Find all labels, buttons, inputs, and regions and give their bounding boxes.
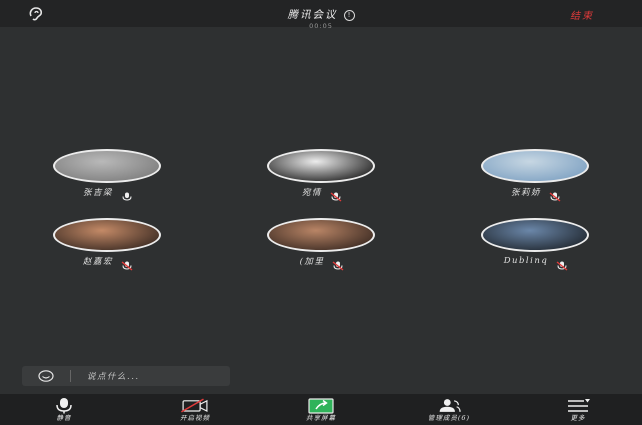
share-screen-icon xyxy=(308,398,334,414)
bottom-toolbar: 静音 开启视频 共享屏幕 管理成员(6) 更多 xyxy=(0,394,642,425)
participant-tile[interactable]: (加里 xyxy=(267,218,377,278)
mute-button[interactable]: 静音 xyxy=(19,394,109,425)
video-off-icon xyxy=(181,398,208,413)
more-label: 更多 xyxy=(570,414,586,422)
top-bar: 腾讯会议! 00:05 结束 xyxy=(0,0,642,30)
members-icon xyxy=(439,399,461,412)
participant-name: 张莉娇 xyxy=(510,188,541,198)
meeting-timer: 00:05 xyxy=(309,22,333,30)
microphone-icon xyxy=(56,398,72,414)
start-video-button[interactable]: 开启视频 xyxy=(150,394,240,425)
participant-name: 宛情 xyxy=(301,188,322,198)
mic-muted-icon xyxy=(332,256,344,271)
participant-name: 张吉梁 xyxy=(82,188,113,198)
emoji-icon[interactable] xyxy=(38,370,54,382)
mic-on-icon xyxy=(121,187,133,201)
participant-tile[interactable]: 宛情 xyxy=(267,149,377,209)
avatar xyxy=(267,218,375,252)
meeting-title: 腾讯会议 xyxy=(287,9,338,21)
chat-placeholder: 说点什么... xyxy=(87,372,140,382)
avatar xyxy=(53,149,161,183)
earpiece-toggle-button[interactable] xyxy=(24,5,48,23)
share-screen-button[interactable]: 共享屏幕 xyxy=(276,394,366,425)
avatar xyxy=(267,149,375,183)
participant-tile[interactable]: Dublinq xyxy=(481,218,591,278)
participant-name: Dublinq xyxy=(503,256,549,266)
divider xyxy=(70,370,71,382)
avatar xyxy=(481,218,589,252)
mic-muted-icon xyxy=(549,187,561,202)
meeting-title-area: 腾讯会议! 00:05 xyxy=(240,3,402,30)
share-label: 共享屏幕 xyxy=(306,414,336,422)
chat-input[interactable]: 说点什么... xyxy=(22,366,230,386)
video-label: 开启视频 xyxy=(180,414,210,422)
avatar xyxy=(53,218,161,252)
info-icon[interactable]: ! xyxy=(343,10,355,21)
more-menu-icon xyxy=(568,399,590,412)
members-label: 管理成员(6) xyxy=(427,414,471,422)
ear-icon xyxy=(29,7,43,21)
more-button[interactable]: 更多 xyxy=(533,394,623,425)
end-meeting-button[interactable]: 结束 xyxy=(552,7,612,22)
participant-tile[interactable]: 赵嘉宏 xyxy=(53,218,163,278)
participant-name: (加里 xyxy=(299,257,325,267)
manage-members-button[interactable]: 管理成员(6) xyxy=(404,394,494,425)
participant-tile[interactable]: 张吉梁 xyxy=(53,149,163,209)
participant-tile[interactable]: 张莉娇 xyxy=(481,149,591,209)
mic-muted-icon xyxy=(121,256,133,271)
mic-muted-icon xyxy=(556,256,568,271)
avatar xyxy=(481,149,589,183)
mute-label: 静音 xyxy=(56,414,72,422)
participant-name: 赵嘉宏 xyxy=(82,257,113,267)
mic-muted-icon xyxy=(330,187,342,202)
